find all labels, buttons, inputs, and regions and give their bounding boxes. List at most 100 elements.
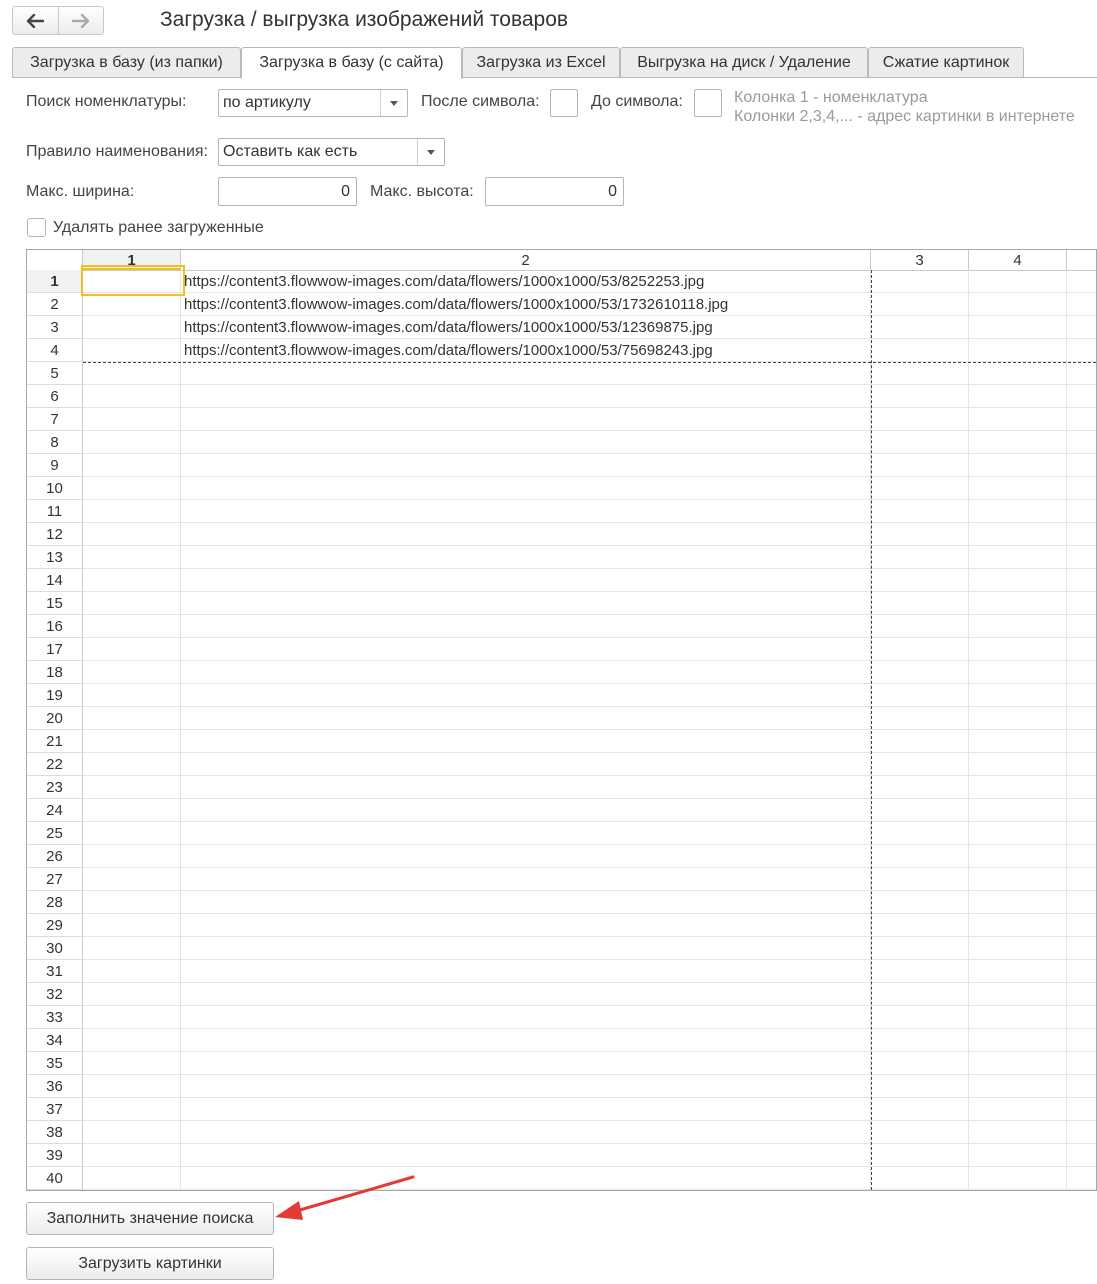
table-cell[interactable] xyxy=(83,316,181,339)
table-cell[interactable] xyxy=(969,868,1067,891)
table-cell[interactable] xyxy=(83,776,181,799)
table-cell[interactable] xyxy=(181,362,871,385)
table-cell[interactable] xyxy=(871,431,969,454)
table-cell[interactable] xyxy=(871,684,969,707)
table-cell[interactable] xyxy=(83,1167,181,1190)
row-header[interactable]: 8 xyxy=(27,431,83,454)
table-cell[interactable] xyxy=(83,730,181,753)
row-header[interactable]: 38 xyxy=(27,1121,83,1144)
table-cell[interactable] xyxy=(181,822,871,845)
table-cell[interactable] xyxy=(871,1121,969,1144)
table-cell[interactable] xyxy=(969,1052,1067,1075)
row-header[interactable]: 28 xyxy=(27,891,83,914)
table-cell[interactable] xyxy=(969,339,1067,362)
table-cell[interactable]: https://content3.flowwow-images.com/data… xyxy=(181,293,871,316)
table-cell[interactable] xyxy=(871,845,969,868)
table-cell[interactable] xyxy=(871,1167,969,1190)
table-cell[interactable] xyxy=(969,408,1067,431)
table-cell[interactable] xyxy=(871,454,969,477)
table-cell[interactable] xyxy=(181,546,871,569)
table-cell[interactable] xyxy=(871,937,969,960)
table-cell[interactable] xyxy=(871,960,969,983)
table-cell[interactable] xyxy=(969,730,1067,753)
table-cell[interactable] xyxy=(969,546,1067,569)
table-cell[interactable] xyxy=(181,937,871,960)
table-cell[interactable] xyxy=(871,1098,969,1121)
table-cell[interactable] xyxy=(181,845,871,868)
row-header[interactable]: 17 xyxy=(27,638,83,661)
table-cell[interactable] xyxy=(871,891,969,914)
load-images-button[interactable]: Загрузить картинки xyxy=(26,1247,274,1280)
table-cell[interactable] xyxy=(83,362,181,385)
row-header[interactable]: 1 xyxy=(27,270,83,293)
row-header[interactable]: 14 xyxy=(27,569,83,592)
table-cell[interactable] xyxy=(181,868,871,891)
row-header[interactable]: 23 xyxy=(27,776,83,799)
table-cell[interactable] xyxy=(181,1075,871,1098)
table-cell[interactable] xyxy=(83,684,181,707)
table-cell[interactable] xyxy=(969,799,1067,822)
table-cell[interactable] xyxy=(871,592,969,615)
table-cell[interactable] xyxy=(871,270,969,293)
table-cell[interactable] xyxy=(871,339,969,362)
table-cell[interactable] xyxy=(969,707,1067,730)
row-header[interactable]: 40 xyxy=(27,1167,83,1190)
row-header[interactable]: 39 xyxy=(27,1144,83,1167)
fill-search-button[interactable]: Заполнить значение поиска xyxy=(26,1202,274,1235)
tab-export-delete[interactable]: Выгрузка на диск / Удаление xyxy=(620,47,868,78)
table-cell[interactable] xyxy=(969,1167,1067,1190)
table-cell[interactable] xyxy=(871,316,969,339)
table-cell[interactable] xyxy=(181,477,871,500)
table-cell[interactable] xyxy=(969,523,1067,546)
table-cell[interactable] xyxy=(83,891,181,914)
table-cell[interactable] xyxy=(83,1029,181,1052)
table-cell[interactable] xyxy=(969,891,1067,914)
table-cell[interactable] xyxy=(83,983,181,1006)
table-cell[interactable] xyxy=(969,270,1067,293)
row-header[interactable]: 36 xyxy=(27,1075,83,1098)
row-header[interactable]: 26 xyxy=(27,845,83,868)
table-cell[interactable] xyxy=(969,1006,1067,1029)
row-header[interactable]: 9 xyxy=(27,454,83,477)
row-header[interactable]: 5 xyxy=(27,362,83,385)
table-cell[interactable] xyxy=(181,1098,871,1121)
table-cell[interactable] xyxy=(181,1006,871,1029)
table-cell[interactable] xyxy=(871,638,969,661)
table-cell[interactable] xyxy=(871,523,969,546)
table-cell[interactable] xyxy=(83,454,181,477)
table-cell[interactable] xyxy=(83,615,181,638)
table-cell[interactable] xyxy=(871,868,969,891)
after-symbol-input[interactable] xyxy=(550,89,578,117)
row-header[interactable]: 10 xyxy=(27,477,83,500)
table-cell[interactable] xyxy=(871,776,969,799)
table-cell[interactable] xyxy=(969,592,1067,615)
table-cell[interactable] xyxy=(181,569,871,592)
table-cell[interactable] xyxy=(181,454,871,477)
table-cell[interactable] xyxy=(83,1075,181,1098)
table-cell[interactable] xyxy=(181,661,871,684)
table-cell[interactable] xyxy=(969,684,1067,707)
table-cell[interactable] xyxy=(871,385,969,408)
table-cell[interactable] xyxy=(969,914,1067,937)
table-cell[interactable] xyxy=(871,1006,969,1029)
row-header[interactable]: 19 xyxy=(27,684,83,707)
delete-prev-checkbox[interactable] xyxy=(27,218,46,237)
table-cell[interactable] xyxy=(181,385,871,408)
table-cell[interactable] xyxy=(871,1075,969,1098)
table-cell[interactable] xyxy=(969,1098,1067,1121)
row-header[interactable]: 37 xyxy=(27,1098,83,1121)
table-cell[interactable] xyxy=(83,339,181,362)
table-cell[interactable] xyxy=(83,1006,181,1029)
table-cell[interactable] xyxy=(871,500,969,523)
table-cell[interactable] xyxy=(969,1075,1067,1098)
table-cell[interactable] xyxy=(969,362,1067,385)
column-header-3[interactable]: 3 xyxy=(871,250,969,270)
row-header[interactable]: 18 xyxy=(27,661,83,684)
table-cell[interactable] xyxy=(969,293,1067,316)
table-cell[interactable] xyxy=(871,799,969,822)
table-cell[interactable] xyxy=(181,1144,871,1167)
table-cell[interactable] xyxy=(181,638,871,661)
table-cell[interactable] xyxy=(181,983,871,1006)
naming-select-dropdown[interactable] xyxy=(417,139,444,165)
table-cell[interactable]: https://content3.flowwow-images.com/data… xyxy=(181,270,871,293)
